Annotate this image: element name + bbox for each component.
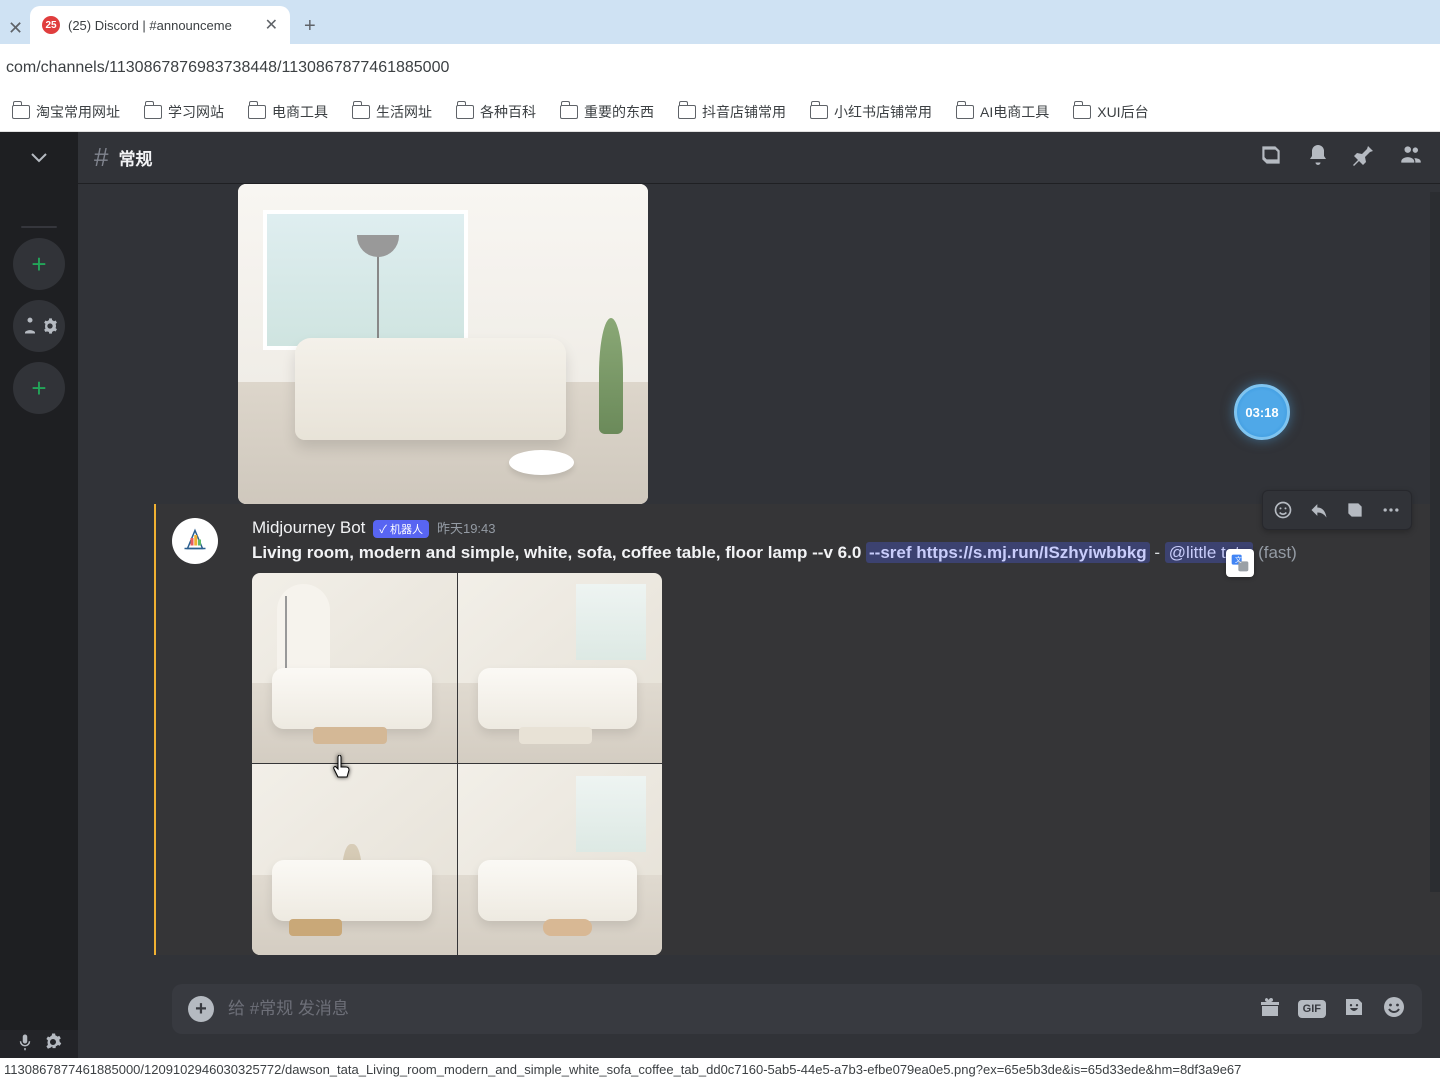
bookmark-folder-6[interactable]: 抖音店铺常用 bbox=[678, 102, 786, 122]
browser-status-bar: 1130867877461885000/1209102946030325772/… bbox=[0, 1058, 1440, 1080]
tab-close-icon[interactable]: ✕ bbox=[265, 15, 278, 35]
folder-icon bbox=[956, 105, 974, 119]
composer-toolbar: GIF bbox=[1258, 995, 1406, 1024]
folder-icon bbox=[248, 105, 266, 119]
folder-icon bbox=[456, 105, 474, 119]
dash: - bbox=[1150, 543, 1165, 562]
bookmark-label: 生活网址 bbox=[376, 102, 432, 122]
right-sidebar-edge bbox=[1430, 192, 1440, 892]
sref-param: --sref https://s.mj.run/ISzhyiwbbkg bbox=[866, 542, 1150, 563]
server-dropdown-icon[interactable] bbox=[31, 150, 47, 166]
thread-icon[interactable] bbox=[1337, 493, 1373, 527]
threads-icon[interactable] bbox=[1258, 142, 1284, 173]
url-text: com/channels/1130867876983738448/1130867… bbox=[6, 59, 449, 77]
gift-icon[interactable] bbox=[1258, 995, 1282, 1024]
server-sidebar: + + bbox=[0, 132, 78, 1058]
bookmark-label: 重要的东西 bbox=[584, 102, 654, 122]
bookmark-label: 抖音店铺常用 bbox=[702, 102, 786, 122]
more-icon[interactable] bbox=[1373, 493, 1409, 527]
svg-text:文: 文 bbox=[1235, 555, 1242, 564]
bookmark-label: 各种百科 bbox=[480, 102, 536, 122]
bookmark-folder-9[interactable]: XUI后台 bbox=[1073, 102, 1148, 122]
gen-quadrant-1 bbox=[252, 573, 457, 764]
folder-icon bbox=[12, 105, 30, 119]
server-divider bbox=[21, 226, 57, 228]
browser-tab-active[interactable]: 25 (25) Discord | #announceme ✕ bbox=[30, 6, 290, 44]
folder-icon bbox=[352, 105, 370, 119]
bookmark-label: 学习网站 bbox=[168, 102, 224, 122]
add-reaction-icon[interactable] bbox=[1265, 493, 1301, 527]
emoji-icon[interactable] bbox=[1382, 995, 1406, 1024]
explore-servers-button[interactable]: + bbox=[13, 362, 65, 414]
bookmark-folder-1[interactable]: 学习网站 bbox=[144, 102, 224, 122]
reply-icon[interactable] bbox=[1301, 493, 1337, 527]
gen-quadrant-3 bbox=[252, 764, 457, 955]
bookmark-folder-0[interactable]: 淘宝常用网址 bbox=[12, 102, 120, 122]
author-name[interactable]: Midjourney Bot bbox=[252, 518, 365, 538]
folder-icon bbox=[1073, 105, 1091, 119]
bookmark-label: XUI后台 bbox=[1097, 102, 1148, 122]
pinned-icon[interactable] bbox=[1352, 143, 1376, 172]
message: Midjourney Bot ✓ 机器人 昨天19:43 Living room… bbox=[154, 504, 1440, 955]
gen-quadrant-4 bbox=[458, 764, 663, 955]
author-avatar[interactable] bbox=[172, 518, 218, 564]
discord-app: + + # 常规 03:18 bbox=[0, 132, 1440, 1058]
folder-icon bbox=[144, 105, 162, 119]
browser-tab-strip: 25 (25) Discord | #announceme ✕ + bbox=[0, 0, 1440, 44]
prev-tab-close-icon[interactable]: ✕ bbox=[8, 18, 23, 39]
bookmark-folder-3[interactable]: 生活网址 bbox=[352, 102, 432, 122]
gif-button[interactable]: GIF bbox=[1298, 1000, 1326, 1018]
new-tab-button[interactable]: + bbox=[304, 15, 316, 44]
bookmark-label: 淘宝常用网址 bbox=[36, 102, 120, 122]
members-icon[interactable] bbox=[1398, 142, 1424, 173]
bookmark-folder-5[interactable]: 重要的东西 bbox=[560, 102, 654, 122]
bookmark-label: 电商工具 bbox=[272, 102, 328, 122]
sticker-icon[interactable] bbox=[1342, 995, 1366, 1024]
channel-name: 常规 bbox=[118, 145, 152, 170]
folder-icon bbox=[678, 105, 696, 119]
folder-icon bbox=[560, 105, 578, 119]
timer-badge: 03:18 bbox=[1234, 384, 1290, 440]
prompt-text: Living room, modern and simple, white, s… bbox=[252, 543, 866, 562]
bookmark-folder-7[interactable]: 小红书店铺常用 bbox=[810, 102, 932, 122]
server-discovery-button[interactable] bbox=[13, 300, 65, 352]
bookmark-label: AI电商工具 bbox=[980, 102, 1049, 122]
attachment-image-grid[interactable] bbox=[252, 573, 662, 955]
attach-button[interactable]: + bbox=[188, 996, 214, 1022]
translate-icon[interactable]: 文 bbox=[1226, 549, 1254, 577]
url-bar[interactable]: com/channels/1130867876983738448/1130867… bbox=[0, 44, 1440, 92]
message-header: Midjourney Bot ✓ 机器人 昨天19:43 bbox=[252, 518, 1422, 538]
message-timestamp: 昨天19:43 bbox=[437, 518, 496, 537]
folder-icon bbox=[810, 105, 828, 119]
hash-icon: # bbox=[94, 142, 108, 173]
status-url: 1130867877461885000/1209102946030325772/… bbox=[4, 1062, 1241, 1077]
message-composer: + GIF bbox=[172, 984, 1422, 1034]
bookmark-folder-8[interactable]: AI电商工具 bbox=[956, 102, 1049, 122]
attachment-image-reference[interactable] bbox=[238, 184, 648, 504]
user-panel bbox=[0, 1030, 78, 1058]
message-input[interactable] bbox=[228, 999, 1244, 1019]
main-content: # 常规 03:18 bbox=[78, 132, 1440, 1058]
mode-label: (fast) bbox=[1253, 543, 1296, 562]
add-server-button[interactable]: + bbox=[13, 238, 65, 290]
tab-favicon: 25 bbox=[42, 16, 60, 34]
channel-header: # 常规 bbox=[78, 132, 1440, 184]
mic-icon[interactable] bbox=[16, 1033, 34, 1056]
settings-icon[interactable] bbox=[44, 1033, 62, 1056]
header-toolbar bbox=[1258, 142, 1424, 173]
bookmark-folder-2[interactable]: 电商工具 bbox=[248, 102, 328, 122]
bookmark-folder-4[interactable]: 各种百科 bbox=[456, 102, 536, 122]
message-hover-actions bbox=[1262, 490, 1412, 530]
message-list[interactable]: 03:18 bbox=[78, 184, 1440, 984]
bookmarks-bar: 淘宝常用网址 学习网站 电商工具 生活网址 各种百科 重要的东西 抖音店铺常用 … bbox=[0, 92, 1440, 132]
notifications-icon[interactable] bbox=[1306, 143, 1330, 172]
bot-badge: ✓ 机器人 bbox=[373, 520, 429, 538]
tab-title: (25) Discord | #announceme bbox=[68, 18, 257, 33]
gen-quadrant-2 bbox=[458, 573, 663, 764]
bookmark-label: 小红书店铺常用 bbox=[834, 102, 932, 122]
